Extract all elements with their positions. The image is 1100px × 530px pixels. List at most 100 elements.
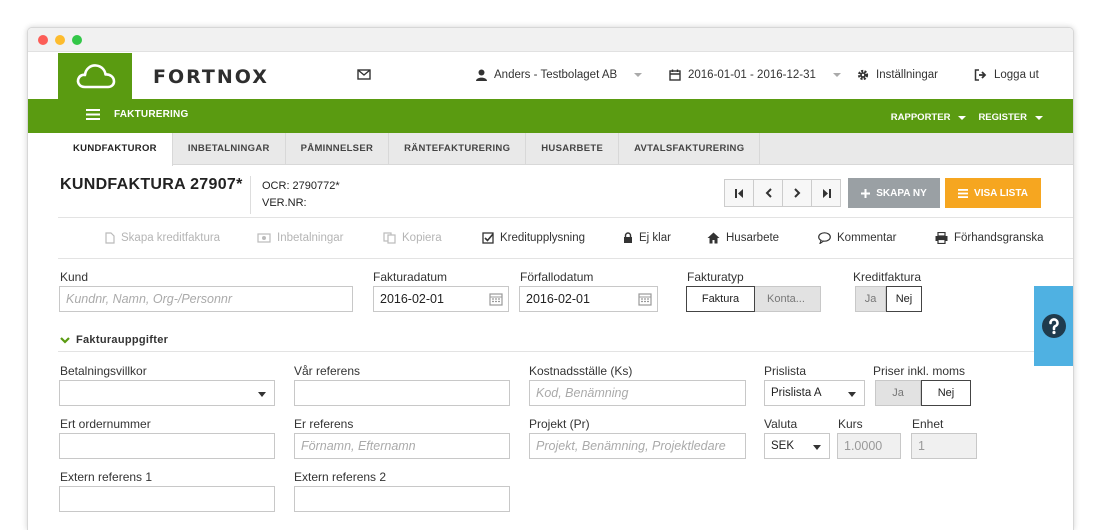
invoice-type-konta[interactable]: Konta... xyxy=(755,286,821,312)
period-menu[interactable]: 2016-01-01 - 2016-12-31 xyxy=(669,69,841,81)
tab-paminnelser[interactable]: PÅMINNELSER xyxy=(286,133,390,164)
settings-label: Inställningar xyxy=(876,69,939,81)
project-input[interactable]: Projekt, Benämning, Projektledare xyxy=(529,433,746,459)
period-text: 2016-01-01 - 2016-12-31 xyxy=(688,69,816,81)
ocr-text: OCR: 2790772* xyxy=(262,180,340,192)
copy-button[interactable]: Kopiera xyxy=(383,232,442,244)
tab-inbetalningar[interactable]: INBETALNINGAR xyxy=(173,133,286,164)
gear-icon xyxy=(857,69,869,81)
user-menu[interactable]: Anders - Testbolaget AB xyxy=(476,69,643,81)
create-credit-invoice-button[interactable]: Skapa kreditfaktura xyxy=(105,232,220,244)
first-record-button[interactable] xyxy=(724,179,754,207)
customer-input[interactable]: Kundnr, Namn, Org-/Personnr xyxy=(59,286,353,312)
reports-label: RAPPORTER xyxy=(890,112,951,123)
help-button[interactable] xyxy=(1034,286,1073,366)
comment-label: Kommentar xyxy=(837,232,897,244)
cloud-icon xyxy=(76,64,116,89)
chevron-down-icon xyxy=(258,392,266,397)
top-bar: FORTNOX Anders - Testbolaget AB 2016-01-… xyxy=(28,53,1073,99)
logout-label: Logga ut xyxy=(994,69,1039,81)
chevron-right-icon xyxy=(793,188,800,198)
price-incl-vat-toggle: Ja Nej xyxy=(875,380,971,406)
invoice-details-toggle[interactable]: Fakturauppgifter xyxy=(60,334,168,346)
minimize-window-button[interactable] xyxy=(55,35,65,45)
window-titlebar xyxy=(28,28,1073,52)
price-incl-vat-yes[interactable]: Ja xyxy=(875,380,921,406)
comment-button[interactable]: Kommentar xyxy=(818,232,896,244)
tab-kundfakturor[interactable]: KUNDFAKTUROR xyxy=(58,133,173,166)
our-reference-input[interactable] xyxy=(294,380,510,406)
due-date-label: Förfallodatum xyxy=(520,270,594,284)
print-icon xyxy=(935,232,948,244)
reports-menu[interactable]: RAPPORTER xyxy=(891,112,967,123)
mail-icon[interactable] xyxy=(357,69,371,80)
unit-label: Enhet xyxy=(912,417,944,431)
rate-input[interactable]: 1.0000 xyxy=(837,433,901,459)
settings-link[interactable]: Inställningar xyxy=(857,69,938,81)
invoice-type-faktura[interactable]: Faktura xyxy=(686,286,755,312)
due-date-input[interactable]: 2016-02-01 xyxy=(519,286,658,312)
comment-icon xyxy=(818,232,831,244)
credit-info-button[interactable]: Kreditupplysning xyxy=(482,232,585,244)
cost-center-label: Kostnadsställe (Ks) xyxy=(529,364,633,378)
credit-invoice-toggle: Ja Nej xyxy=(855,286,922,312)
section-menu[interactable]: FAKTURERING xyxy=(86,109,188,120)
order-number-label: Ert ordernummer xyxy=(60,417,151,431)
section-title: Fakturauppgifter xyxy=(76,334,169,346)
show-list-button[interactable]: VISA LISTA xyxy=(945,178,1041,208)
browser-window: FORTNOX Anders - Testbolaget AB 2016-01-… xyxy=(27,27,1074,530)
divider xyxy=(250,176,251,214)
calendar-icon[interactable] xyxy=(489,292,503,306)
currency-select[interactable]: SEK xyxy=(764,433,830,459)
invoice-type-toggle: Faktura Konta... xyxy=(686,286,821,312)
tab-husarbete[interactable]: HUSARBETE xyxy=(526,133,620,164)
register-label: REGISTER xyxy=(978,112,1027,123)
calendar-icon[interactable] xyxy=(638,292,652,306)
external-ref2-input[interactable] xyxy=(294,486,510,512)
divider xyxy=(58,351,1073,352)
price-incl-vat-label: Priser inkl. moms xyxy=(873,364,966,378)
last-record-button[interactable] xyxy=(811,179,841,207)
logout-link[interactable]: Logga ut xyxy=(974,69,1039,81)
order-number-input[interactable] xyxy=(59,433,275,459)
copy-label: Kopiera xyxy=(402,232,442,244)
pricelist-label: Prislista xyxy=(764,364,807,378)
credit-yes[interactable]: Ja xyxy=(855,286,886,312)
main-nav-bar: FAKTURERING RAPPORTER REGISTER xyxy=(28,99,1073,133)
section-title: FAKTURERING xyxy=(114,109,189,120)
chevron-down-icon xyxy=(60,336,70,344)
your-reference-input[interactable]: Förnamn, Efternamn xyxy=(294,433,510,459)
not-done-button[interactable]: Ej klar xyxy=(623,232,671,244)
next-record-button[interactable] xyxy=(782,179,812,207)
cost-center-input[interactable]: Kod, Benämning xyxy=(529,380,746,406)
previous-record-button[interactable] xyxy=(753,179,783,207)
payment-terms-select[interactable] xyxy=(59,380,275,406)
credit-invoice-label: Skapa kreditfaktura xyxy=(121,232,221,244)
tab-rantefakturering[interactable]: RÄNTEFAKTURERING xyxy=(389,133,527,164)
due-date-value: 2016-02-01 xyxy=(526,292,590,306)
pricelist-value: Prislista A xyxy=(771,387,822,399)
invoice-meta: OCR: 2790772* VER.NR: xyxy=(262,178,340,212)
credit-invoice-label: Kreditfaktura xyxy=(853,270,922,284)
invoice-date-input[interactable]: 2016-02-01 xyxy=(373,286,509,312)
maximize-window-button[interactable] xyxy=(72,35,82,45)
cloud-logo[interactable] xyxy=(58,53,132,99)
unit-input[interactable]: 1 xyxy=(911,433,977,459)
payments-button[interactable]: Inbetalningar xyxy=(257,232,344,244)
credit-info-label: Kreditupplysning xyxy=(500,232,586,244)
price-incl-vat-no[interactable]: Nej xyxy=(921,380,971,406)
pricelist-select[interactable]: Prislista A xyxy=(764,380,865,406)
our-reference-label: Vår referens xyxy=(294,364,361,378)
plus-icon xyxy=(861,188,871,198)
tab-avtalsfakturering[interactable]: AVTALSFAKTURERING xyxy=(619,133,761,164)
not-done-label: Ej klar xyxy=(639,232,671,244)
create-new-button[interactable]: SKAPA NY xyxy=(848,178,940,208)
skip-first-icon xyxy=(734,188,743,198)
preview-button[interactable]: Förhandsgranska xyxy=(935,232,1044,244)
external-ref1-input[interactable] xyxy=(59,486,275,512)
credit-no[interactable]: Nej xyxy=(886,286,922,312)
close-window-button[interactable] xyxy=(38,35,48,45)
vernr-text: VER.NR: xyxy=(262,197,307,209)
house-work-button[interactable]: Husarbete xyxy=(707,232,779,244)
register-menu[interactable]: REGISTER xyxy=(978,112,1043,123)
